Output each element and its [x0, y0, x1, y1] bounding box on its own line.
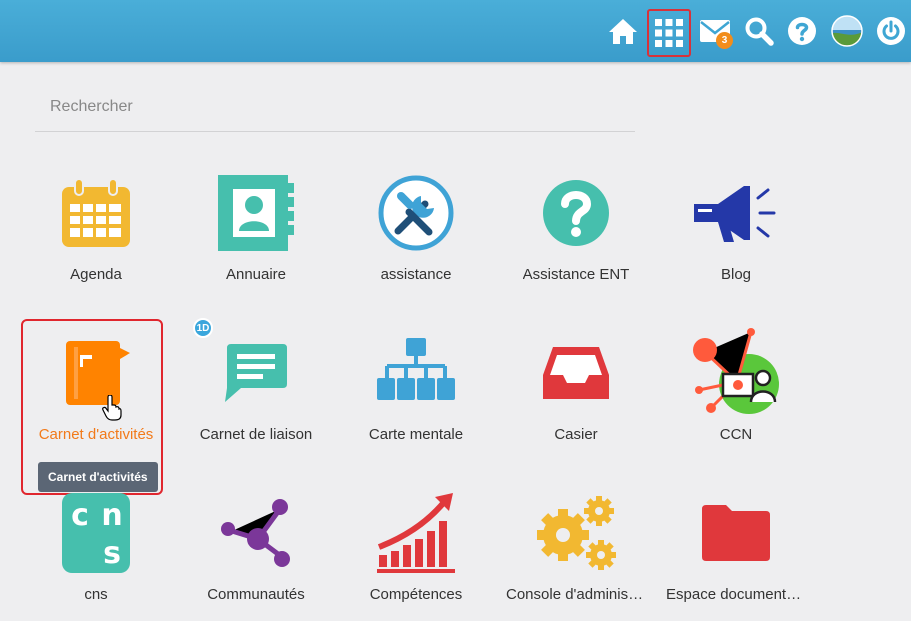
profile-button[interactable]: [829, 12, 865, 50]
home-icon: [609, 19, 637, 44]
inbox-tray-icon: [543, 347, 609, 399]
app-label: Carte mentale: [368, 426, 464, 443]
ccn-network-icon: [693, 328, 779, 414]
app-competences[interactable]: Compétences: [336, 475, 496, 621]
top-bar: 3: [0, 0, 911, 62]
avatar: [831, 15, 863, 47]
gears-icon: [537, 496, 616, 570]
badge-1d: 1D: [193, 318, 213, 338]
app-label: assistance: [380, 266, 452, 283]
app-label: Assistance ENT: [522, 266, 630, 283]
app-carnet-liaison[interactable]: 1D Carnet de liaison: [176, 315, 336, 475]
megaphone-icon: [694, 186, 776, 242]
apps-grid-icon: [655, 19, 683, 47]
app-espace-documentaire[interactable]: Espace documentaire: [656, 475, 816, 621]
app-annuaire[interactable]: Annuaire: [176, 155, 336, 315]
app-label: Annuaire: [225, 266, 287, 283]
app-label: Agenda: [70, 266, 122, 283]
app-assistance-ent[interactable]: Assistance ENT: [496, 155, 656, 315]
app-communautes[interactable]: Communautés: [176, 475, 336, 621]
app-label: Console d'administration: [506, 586, 646, 603]
cns-icon: c n s: [62, 493, 130, 573]
messages-button[interactable]: 3: [697, 12, 733, 50]
app-cns[interactable]: c n s cns: [16, 475, 176, 621]
app-label: Blog: [720, 266, 752, 283]
app-assistance[interactable]: assistance: [336, 155, 496, 315]
power-icon: [877, 17, 905, 45]
app-label: Communautés: [207, 586, 305, 603]
home-button[interactable]: [605, 12, 641, 50]
app-label: Carnet de liaison: [199, 426, 313, 443]
search-bar: [35, 82, 635, 132]
share-nodes-icon: [221, 499, 290, 567]
search-button[interactable]: [741, 12, 777, 50]
mail-count-badge: 3: [716, 32, 733, 49]
app-agenda[interactable]: Agenda: [16, 155, 176, 315]
app-label: Espace documentaire: [666, 586, 806, 603]
app-carnet-activites[interactable]: Carnet d'activités Carnet d'activités: [16, 315, 176, 495]
cns-letter: s: [103, 536, 121, 571]
app-label: Casier: [554, 426, 598, 443]
cns-letter: c: [71, 498, 89, 533]
applications-grid: Agenda Annuaire assistance Assistance EN…: [16, 155, 816, 621]
notebook-icon: [66, 341, 130, 405]
message-icon: [225, 344, 287, 402]
help-button[interactable]: [784, 12, 820, 50]
question-icon: [543, 180, 609, 246]
app-console-administration[interactable]: Console d'administration: [496, 475, 656, 621]
app-label: cns: [84, 586, 108, 603]
app-casier[interactable]: Casier: [496, 315, 656, 475]
app-blog[interactable]: Blog: [656, 155, 816, 315]
search-icon: [745, 17, 774, 46]
apps-button[interactable]: [647, 9, 691, 57]
search-input[interactable]: [35, 82, 635, 131]
app-carte-mentale[interactable]: Carte mentale: [336, 315, 496, 475]
app-label: Compétences: [369, 586, 463, 603]
tools-icon: [378, 175, 454, 251]
growth-chart-icon: [377, 493, 455, 573]
help-icon: [788, 17, 816, 45]
folder-icon: [702, 505, 770, 561]
app-ccn[interactable]: CCN: [656, 315, 816, 475]
app-label: CCN: [719, 426, 753, 443]
calendar-icon: [62, 178, 130, 247]
cns-letter: n: [101, 498, 122, 533]
logout-button[interactable]: [873, 12, 909, 50]
app-label: Carnet d'activités: [38, 426, 154, 443]
contact-book-icon: [218, 175, 294, 251]
mindmap-icon: [377, 338, 455, 400]
